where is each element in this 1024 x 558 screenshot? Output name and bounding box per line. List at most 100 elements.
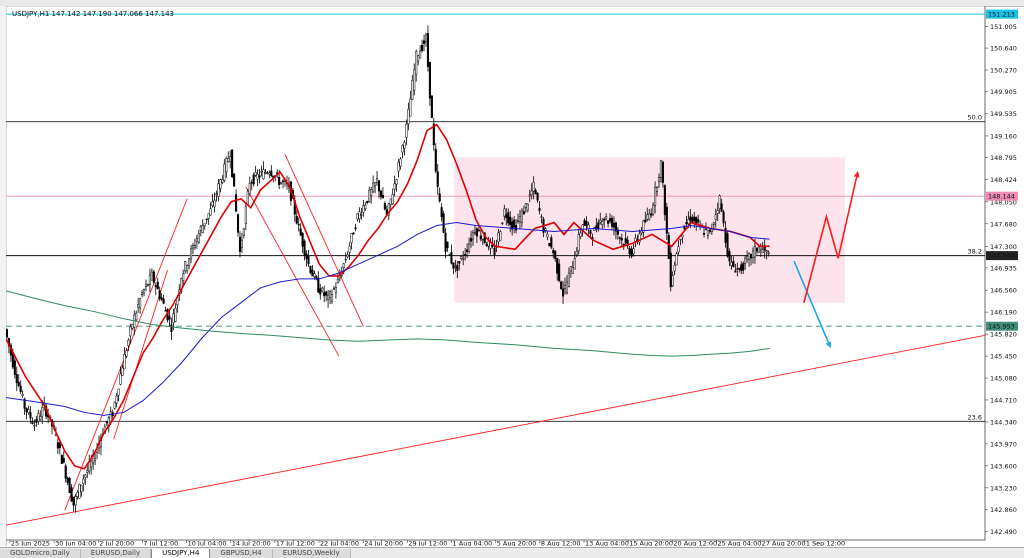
candle-body: [753, 246, 756, 258]
candle-body: [223, 163, 226, 181]
candle-body: [150, 271, 153, 281]
candle-body: [123, 353, 126, 370]
candle-body: [548, 243, 551, 247]
candle-body: [573, 258, 576, 270]
candle-body: [278, 176, 281, 186]
candle-body: [282, 180, 285, 183]
candle-body: [659, 160, 663, 178]
candle-body: [732, 261, 735, 267]
candle-body: [428, 61, 431, 99]
candle-body: [544, 228, 547, 231]
y-tick-label: 143.600: [990, 462, 1017, 470]
candle-body: [518, 216, 522, 223]
y-tick-label: 144.710: [990, 396, 1017, 404]
x-tick-label: 25 Jun 2025: [11, 540, 50, 547]
candle-body: [403, 142, 406, 149]
candle-body: [31, 420, 34, 424]
y-tick-label: 143.970: [990, 440, 1017, 448]
candle-body: [305, 253, 308, 260]
candle-body: [164, 310, 167, 312]
candle-body: [379, 190, 383, 198]
candle-body: [139, 298, 142, 309]
candle-body: [704, 228, 708, 230]
candle-body: [452, 262, 455, 269]
candle-body: [575, 250, 578, 256]
candle-body: [583, 220, 586, 226]
candle-body: [295, 215, 298, 224]
candle-body: [135, 312, 138, 321]
x-tick-label: 22 Jul 04:00: [320, 540, 359, 547]
candle-body: [191, 245, 195, 249]
candle-body: [628, 248, 631, 255]
candle-body: [650, 213, 653, 216]
candle-body: [567, 272, 570, 287]
candle-body: [464, 254, 467, 256]
candle-body: [738, 267, 741, 270]
candle-body: [742, 263, 745, 271]
candle-body: [233, 173, 236, 187]
candle-body: [469, 238, 473, 242]
y-tick-label: 148.424: [990, 176, 1017, 184]
candle-body: [471, 232, 475, 240]
candle-body: [207, 213, 210, 219]
candle-body: [603, 218, 606, 221]
candle-body: [323, 292, 326, 297]
candle-body: [679, 238, 682, 241]
candle-body: [158, 290, 161, 299]
candle-body: [608, 218, 612, 222]
candle-body: [229, 156, 232, 162]
candle-body: [693, 216, 696, 221]
candle-body: [29, 412, 32, 419]
candle-body: [60, 454, 63, 464]
candle-body: [714, 214, 717, 220]
candle-body: [33, 424, 36, 427]
candle-body: [146, 284, 150, 286]
candle-body: [127, 339, 130, 347]
candle-body: [119, 373, 122, 385]
candle-body: [270, 170, 273, 177]
candle-body: [532, 182, 535, 192]
candle-body: [509, 216, 512, 225]
price-label-text: 147.143: [988, 252, 1015, 260]
candle-body: [368, 190, 371, 202]
y-tick-label: 144.340: [990, 418, 1017, 426]
candle-body: [540, 216, 543, 218]
candle-body: [13, 360, 16, 375]
candle-body: [129, 326, 132, 337]
candle-body: [174, 308, 177, 322]
candle-body: [113, 401, 116, 409]
candle-body: [332, 288, 336, 290]
candle-body: [487, 241, 490, 247]
candle-body: [148, 274, 151, 285]
candle-body: [240, 239, 243, 248]
candle-body: [446, 241, 449, 249]
candle-body: [730, 262, 733, 266]
candle-body: [644, 219, 647, 223]
candle-body: [125, 350, 128, 357]
fib-level-label: 50.0: [968, 114, 982, 122]
candle-body: [749, 254, 753, 259]
candle-body: [681, 234, 684, 238]
candle-body: [215, 193, 218, 196]
price-label-text: 151.213: [988, 11, 1015, 19]
x-tick-label: 1 Aug 04:00: [453, 540, 493, 547]
candle-body: [144, 283, 148, 287]
candle-body: [558, 263, 561, 282]
candle-body: [137, 304, 140, 308]
candle-body: [657, 177, 661, 182]
candle-body: [199, 226, 202, 231]
candle-body: [76, 491, 79, 497]
candle-body: [109, 411, 112, 422]
candle-body: [536, 192, 539, 201]
candle-body: [193, 245, 196, 249]
candle-body: [250, 181, 253, 184]
candle-body: [41, 406, 44, 417]
candle-body: [360, 214, 363, 216]
y-tick-label: 149.535: [990, 110, 1017, 118]
candle-body: [466, 249, 469, 252]
candle-body: [706, 229, 709, 236]
candle-body: [262, 169, 265, 180]
price-chart[interactable]: 151.005 150.640 150.270 149.905 149.535 149.1…: [6, 6, 1018, 546]
candle-body: [655, 187, 659, 192]
candle-body: [389, 198, 392, 206]
